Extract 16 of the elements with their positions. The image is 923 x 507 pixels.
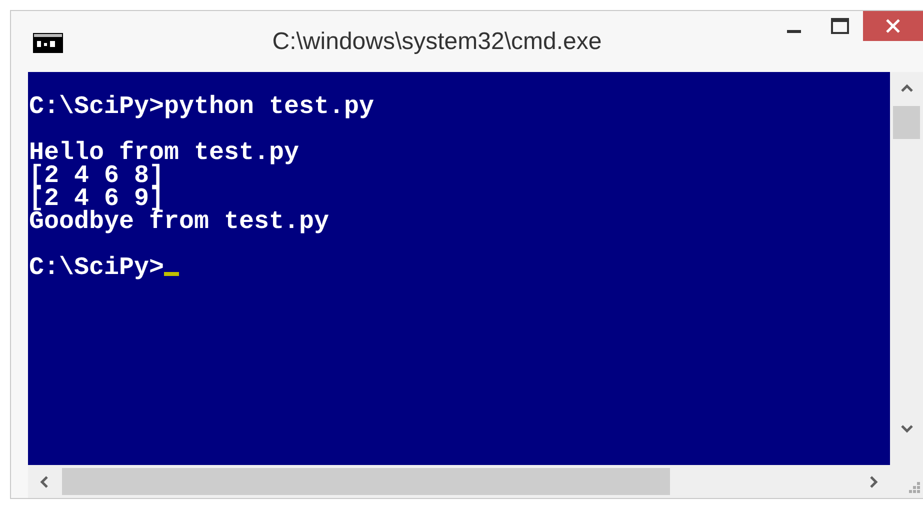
console-line: [2 4 6 8] [29, 164, 164, 187]
scrollbar-thumb[interactable] [893, 106, 920, 139]
console-line: C:\SciPy> [29, 256, 164, 279]
scrollbar-thumb[interactable] [62, 468, 670, 495]
console-icon [33, 33, 63, 53]
minimize-icon [787, 30, 801, 32]
window-title: C:\windows\system32\cmd.exe [271, 28, 603, 56]
console-line: Hello from test.py [29, 141, 300, 164]
close-icon [885, 18, 901, 34]
console-line: Goodbye from test.py [29, 210, 330, 233]
console-line: [2 4 6 9] [29, 187, 164, 210]
vertical-scrollbar[interactable] [890, 72, 923, 498]
console-line: C:\SciPy>python test.py [29, 95, 374, 118]
maximize-icon [831, 18, 849, 34]
close-button[interactable] [863, 11, 923, 41]
horizontal-scrollbar[interactable] [28, 465, 890, 498]
